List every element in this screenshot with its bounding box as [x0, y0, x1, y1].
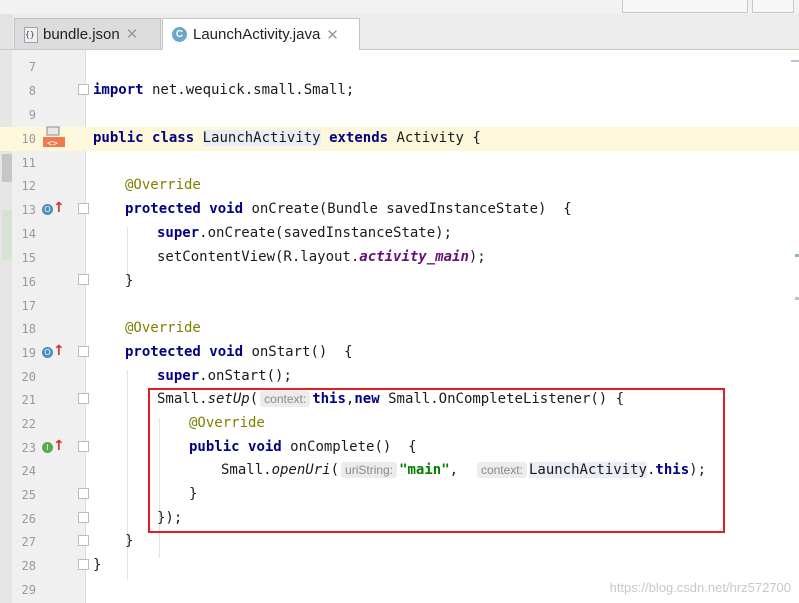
fold-marker-icon[interactable]	[78, 488, 89, 499]
code-line: 8 import net.wequick.small.Small;	[0, 79, 799, 103]
code-line: 17	[0, 294, 799, 318]
code-line: 12 @Override	[0, 174, 799, 198]
highlight-annotation-box	[148, 388, 725, 533]
override-method-icon[interactable]: O ↑	[42, 200, 65, 220]
line-number: 19	[21, 346, 36, 360]
line-number: 9	[28, 108, 36, 122]
code-text: super.onStart();	[157, 368, 292, 384]
line-number: 10	[21, 132, 36, 146]
override-method-icon[interactable]: O ↑	[42, 343, 65, 363]
code-text: }	[93, 557, 102, 573]
line-number: 24	[21, 464, 36, 478]
tab-launch-activity-java[interactable]: C LaunchActivity.java ✕	[162, 18, 360, 50]
code-line: 9	[0, 103, 799, 127]
code-line: 14 super.onCreate(savedInstanceState);	[0, 222, 799, 246]
line-number: 7	[28, 60, 36, 74]
line-number: 11	[21, 156, 36, 170]
fold-marker-icon[interactable]	[78, 274, 89, 285]
toolbar-control-small[interactable]	[752, 0, 794, 13]
line-number: 29	[21, 583, 36, 597]
line-number: 12	[21, 179, 36, 193]
fold-marker-icon[interactable]	[78, 441, 89, 452]
line-number: 22	[21, 417, 36, 431]
java-class-icon: C	[172, 27, 187, 42]
code-text: }	[125, 533, 134, 549]
implement-method-icon[interactable]: I ↑	[42, 438, 65, 458]
editor-tab-bar: {} bundle.json ✕ C LaunchActivity.java ✕	[0, 14, 799, 50]
json-file-icon: {}	[24, 26, 38, 43]
code-text: import net.wequick.small.Small;	[93, 82, 355, 98]
arrow-up-icon: ↑	[53, 438, 65, 454]
line-number: 25	[21, 488, 36, 502]
line-number: 18	[21, 322, 36, 336]
code-line: 19 protected void onStart() {	[0, 341, 799, 365]
close-icon[interactable]: ✕	[126, 25, 139, 43]
code-line: 18 @Override	[0, 317, 799, 341]
code-line: 7	[0, 55, 799, 79]
tab-label: LaunchActivity.java	[193, 26, 321, 43]
line-number: 26	[21, 512, 36, 526]
fold-marker-icon[interactable]	[78, 346, 89, 357]
code-line-current: 10 public class LaunchActivity extends A…	[0, 127, 799, 151]
code-text: @Override	[125, 320, 201, 336]
line-number: 27	[21, 535, 36, 549]
code-line: 27 }	[0, 530, 799, 554]
fold-marker-icon[interactable]	[78, 393, 89, 404]
close-icon[interactable]: ✕	[326, 26, 339, 44]
fold-marker-icon[interactable]	[78, 84, 89, 95]
line-number: 17	[21, 299, 36, 313]
code-text: public class LaunchActivity extends Acti…	[93, 130, 481, 146]
code-line: 20 super.onStart();	[0, 365, 799, 389]
code-line: 15 setContentView(R.layout.activity_main…	[0, 246, 799, 270]
code-line: 28 }	[0, 554, 799, 578]
code-text: setContentView(R.layout.activity_main);	[157, 249, 486, 265]
code-line: 16 }	[0, 270, 799, 294]
line-number: 21	[21, 393, 36, 407]
line-number: 28	[21, 559, 36, 573]
line-number: 14	[21, 227, 36, 241]
toolbar-control[interactable]	[622, 0, 748, 13]
code-text: }	[125, 273, 134, 289]
svg-text:<>: <>	[47, 139, 58, 148]
arrow-up-icon: ↑	[53, 343, 65, 359]
window-top-strip	[0, 0, 799, 14]
line-number: 16	[21, 275, 36, 289]
tab-bundle-json[interactable]: {} bundle.json ✕	[14, 18, 161, 49]
activity-layout-icon[interactable]: <>	[42, 126, 66, 148]
code-editor[interactable]: 7 8 import net.wequick.small.Small; 9 10…	[0, 50, 799, 603]
tab-label: bundle.json	[43, 25, 120, 43]
line-number: 20	[21, 370, 36, 384]
fold-marker-icon[interactable]	[78, 535, 89, 546]
code-text: protected void onCreate(Bundle savedInst…	[125, 201, 572, 217]
code-line: 13 protected void onCreate(Bundle savedI…	[0, 198, 799, 222]
line-number: 13	[21, 203, 36, 217]
fold-marker-icon[interactable]	[78, 203, 89, 214]
code-line: 11	[0, 151, 799, 175]
fold-marker-icon[interactable]	[78, 512, 89, 523]
watermark: https://blog.csdn.net/hrz572700	[609, 580, 791, 595]
line-number: 15	[21, 251, 36, 265]
code-text: super.onCreate(savedInstanceState);	[157, 225, 453, 241]
arrow-up-icon: ↑	[53, 200, 65, 216]
line-number: 23	[21, 441, 36, 455]
tool-window-strip	[0, 14, 13, 49]
fold-marker-icon[interactable]	[78, 559, 89, 570]
code-text: protected void onStart() {	[125, 344, 353, 360]
line-number: 8	[28, 84, 36, 98]
code-text: @Override	[125, 177, 201, 193]
